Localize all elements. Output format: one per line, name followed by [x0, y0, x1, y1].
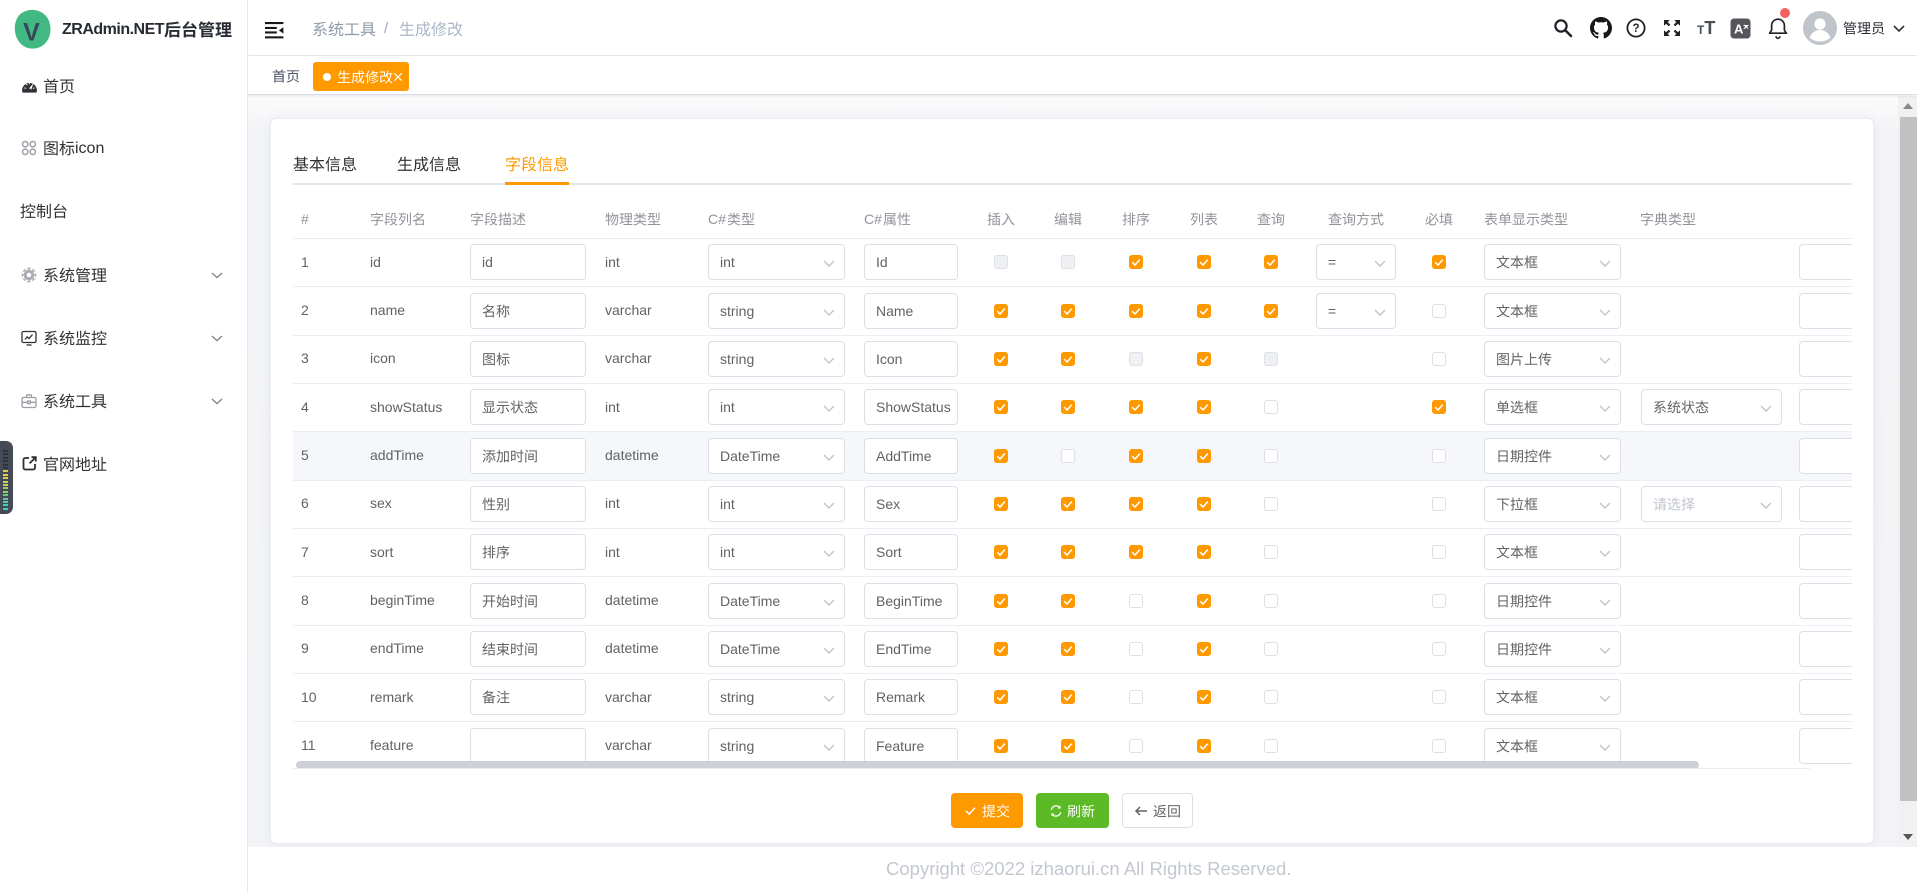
svg-text:V: V [23, 19, 40, 47]
svg-text:?: ? [1632, 23, 1639, 35]
svg-text:A: A [1734, 21, 1744, 36]
